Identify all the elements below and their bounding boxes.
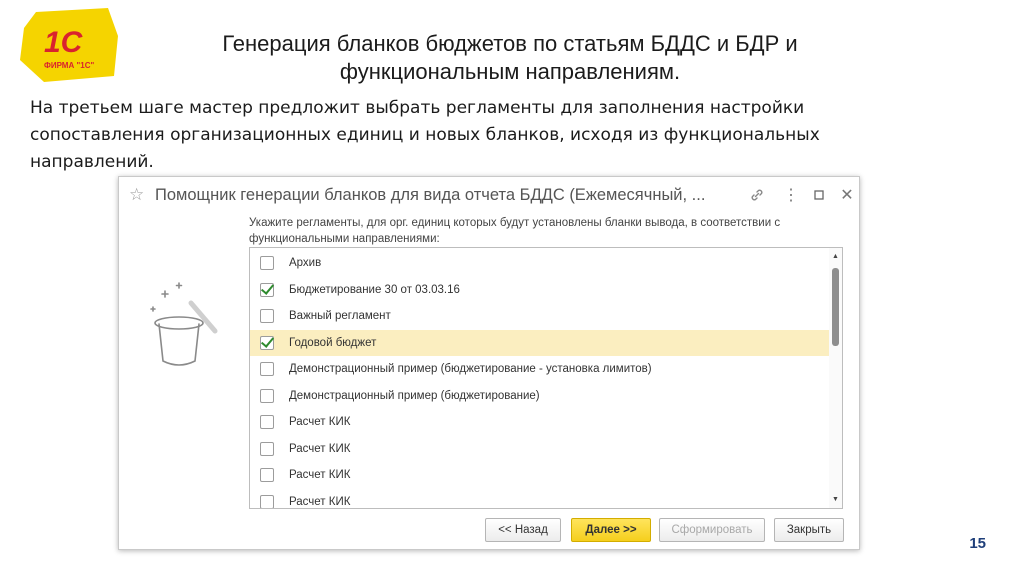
svg-text:ФИРМА "1С": ФИРМА "1С"	[44, 61, 94, 70]
list-item[interactable]: Важный регламент	[250, 303, 830, 330]
page-number: 15	[969, 535, 986, 552]
magic-hat-icon	[150, 282, 218, 366]
list-item-checkbox[interactable]	[260, 415, 274, 430]
list-item[interactable]: Бюджетирование 30 от 03.03.16	[250, 277, 830, 304]
slide-description-line-3: направлений.	[30, 152, 154, 172]
list-item-label: Демонстрационный пример (бюджетирование …	[289, 363, 652, 376]
slide-title: Генерация бланков бюджетов по статьям БД…	[150, 30, 870, 86]
generate-button[interactable]: Сформировать	[659, 518, 765, 542]
list-item[interactable]: Расчет КИК	[250, 436, 830, 463]
generation-wizard-dialog: ☆ Помощник генерации бланков для вида от…	[118, 176, 860, 550]
list-item-label: Архив	[289, 257, 322, 270]
maximize-icon[interactable]	[809, 185, 829, 205]
list-item[interactable]: Расчет КИК	[250, 489, 830, 508]
list-item-label: Важный регламент	[289, 310, 391, 323]
dialog-title: Помощник генерации бланков для вида отче…	[155, 185, 706, 204]
list-item-checkbox[interactable]	[260, 494, 274, 508]
close-button[interactable]: Закрыть	[774, 518, 844, 542]
list-item-checkbox[interactable]	[260, 309, 274, 324]
list-item-label: Бюджетирование 30 от 03.03.16	[289, 283, 460, 296]
instruction-text: Укажите регламенты, для орг. единиц кото…	[249, 215, 809, 247]
list-item-checkbox[interactable]	[260, 282, 274, 297]
dialog-titlebar: ☆ Помощник генерации бланков для вида от…	[119, 177, 859, 213]
close-icon[interactable]: ✕	[837, 185, 857, 205]
list-scrollbar[interactable]: ▲ ▼	[829, 248, 842, 508]
instruction-line-2: функциональными направлениями:	[249, 233, 440, 245]
next-button[interactable]: Далее >>	[571, 518, 651, 542]
list-item-label: Расчет КИК	[289, 442, 351, 455]
star-icon[interactable]: ☆	[129, 185, 155, 205]
list-item-label: Расчет КИК	[289, 495, 351, 508]
regulations-list[interactable]: Архив Бюджетирование 30 от 03.03.16 Важн…	[249, 247, 843, 509]
more-icon[interactable]: ⋮	[781, 185, 801, 205]
slide-description-line-1: На третьем шаге мастер предложит выбрать…	[30, 98, 805, 118]
list-item-checkbox[interactable]	[260, 362, 274, 377]
svg-text:1С: 1С	[44, 26, 84, 59]
list-item-label: Годовой бюджет	[289, 336, 377, 349]
list-item-checkbox[interactable]	[260, 335, 274, 350]
firma-1c-logo: 1С ФИРМА "1С"	[20, 8, 118, 82]
instruction-line-1: Укажите регламенты, для орг. единиц кото…	[249, 217, 781, 229]
list-item[interactable]: Демонстрационный пример (бюджетирование)	[250, 383, 830, 410]
list-item-label: Расчет КИК	[289, 416, 351, 429]
slide-description: На третьем шаге мастер предложит выбрать…	[30, 95, 910, 176]
list-item-checkbox[interactable]	[260, 468, 274, 483]
scroll-up-icon[interactable]: ▲	[829, 250, 842, 263]
list-item[interactable]: Демонстрационный пример (бюджетирование …	[250, 356, 830, 383]
scrollbar-thumb[interactable]	[832, 268, 839, 346]
list-item-checkbox[interactable]	[260, 256, 274, 271]
list-item-label: Расчет КИК	[289, 469, 351, 482]
list-item[interactable]: Архив	[250, 250, 830, 277]
list-item[interactable]: Расчет КИК	[250, 462, 830, 489]
link-icon[interactable]	[747, 185, 767, 205]
slide-title-line-1: Генерация бланков бюджетов по статьям БД…	[222, 31, 798, 56]
list-item-checkbox[interactable]	[260, 441, 274, 456]
list-item-label: Демонстрационный пример (бюджетирование)	[289, 389, 540, 402]
slide-description-line-2: сопоставления организационных единиц и н…	[30, 125, 820, 145]
scroll-down-icon[interactable]: ▼	[829, 493, 842, 506]
slide-title-line-2: функциональным направлениям.	[339, 59, 681, 84]
back-button[interactable]: << Назад	[485, 518, 561, 542]
list-item-selected[interactable]: Годовой бюджет	[250, 329, 830, 356]
list-item-checkbox[interactable]	[260, 388, 274, 403]
list-item[interactable]: Расчет КИК	[250, 409, 830, 436]
